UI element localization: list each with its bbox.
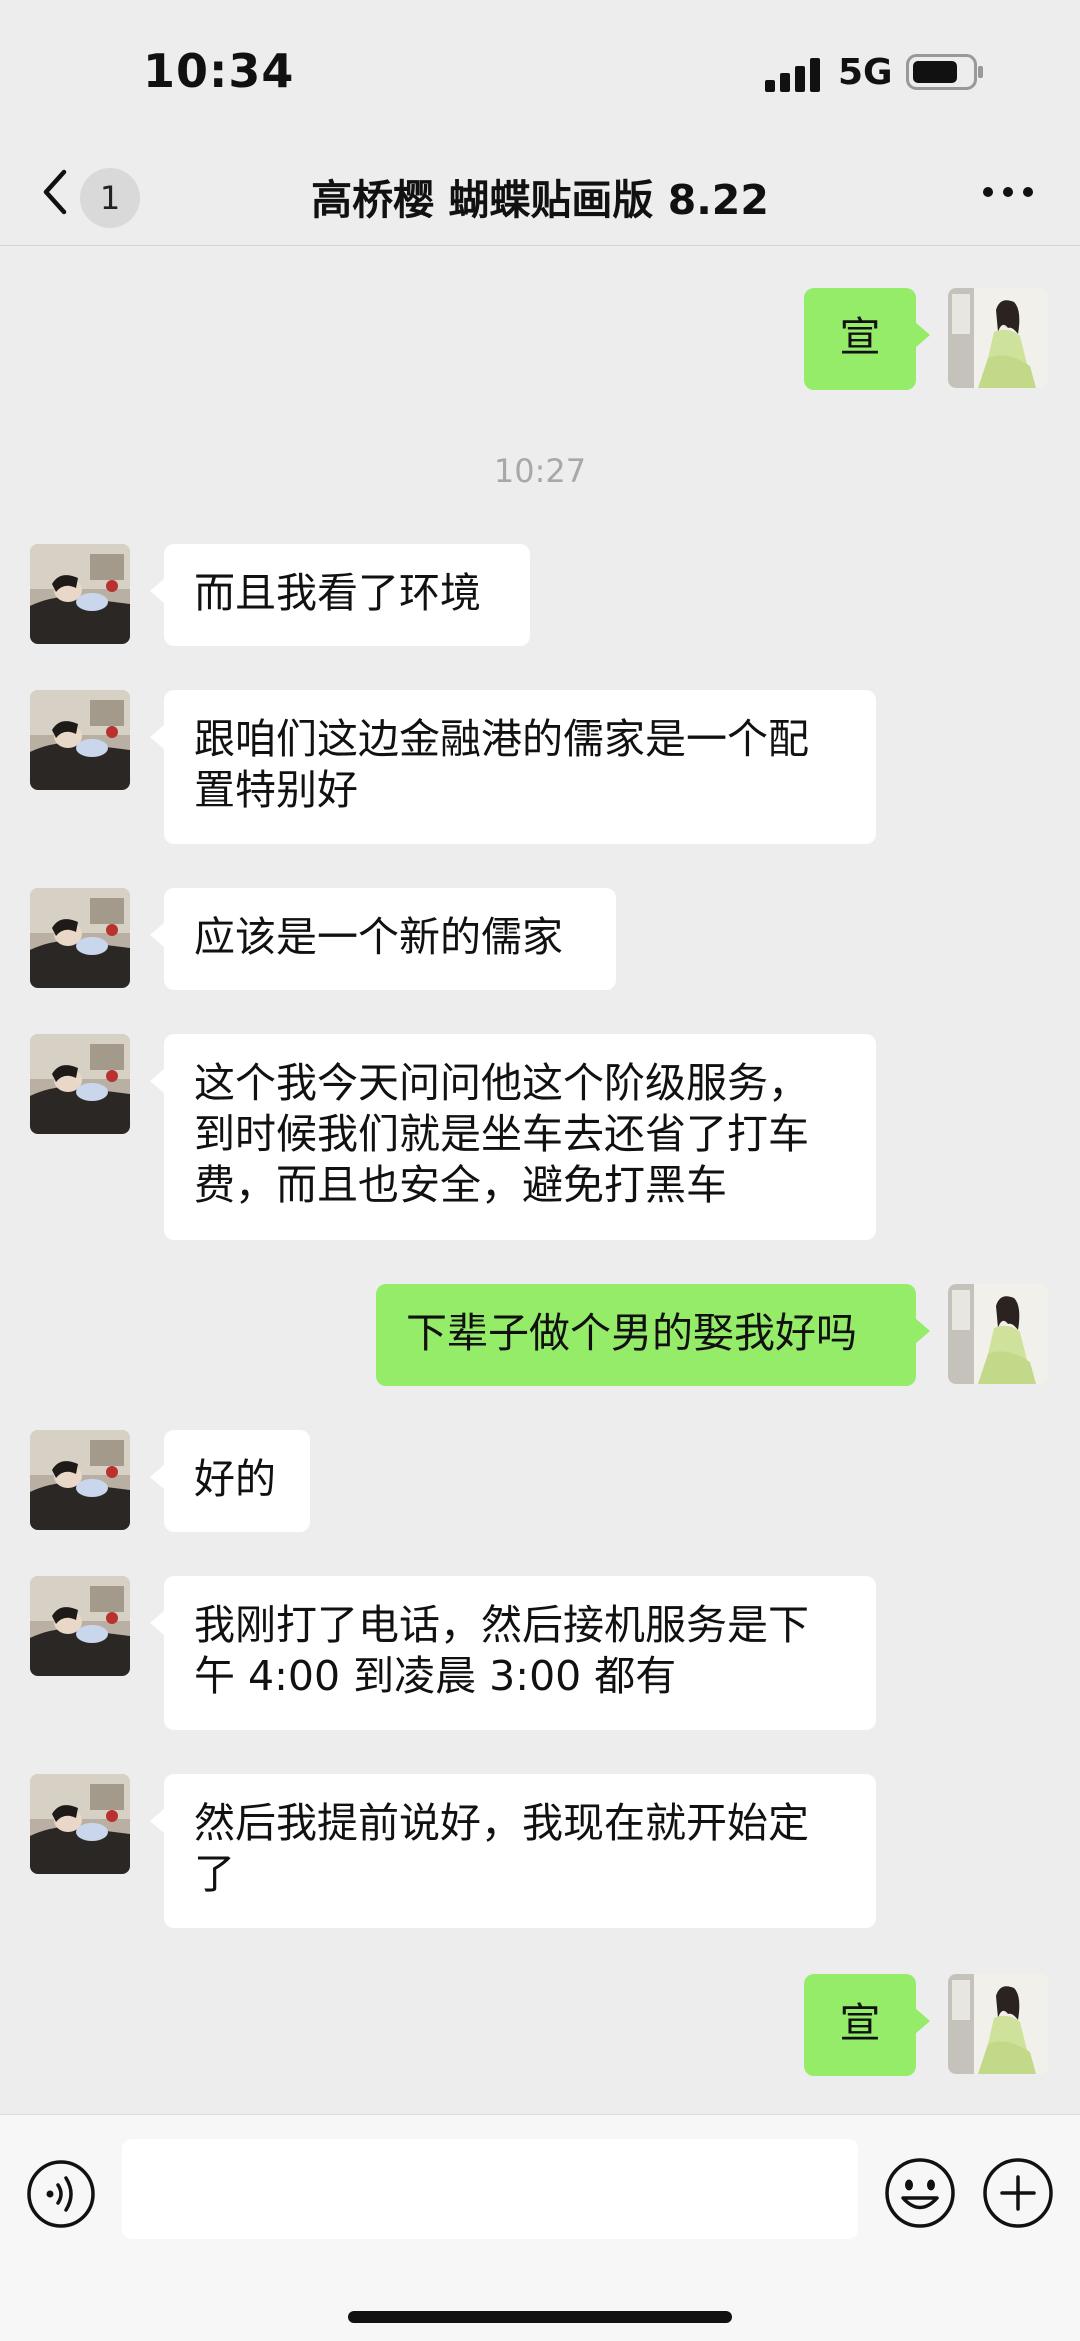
message-bubble[interactable]: 宣 <box>804 288 930 390</box>
status-time: 10:34 <box>143 44 295 98</box>
message-bubble[interactable]: 应该是一个新的儒家 <box>150 888 616 990</box>
avatar[interactable] <box>30 544 130 644</box>
chat-header: 1 高桥樱 蝴蝶贴画版 8.22 <box>0 140 1080 246</box>
chat-input-bar <box>0 2114 1080 2341</box>
chat-timestamp: 10:27 <box>493 452 587 490</box>
signal-strength-icon <box>765 58 820 92</box>
avatar[interactable] <box>30 1430 130 1530</box>
message-bubble[interactable]: 跟咱们这边金融港的儒家是一个配置特别好 <box>150 690 876 844</box>
voice-icon[interactable] <box>26 2159 96 2229</box>
chat-title: 高桥樱 蝴蝶贴画版 8.22 <box>311 176 769 224</box>
battery-icon <box>906 54 983 90</box>
message-input[interactable] <box>122 2139 858 2239</box>
network-type: 5G <box>838 52 893 93</box>
unread-count-badge[interactable]: 1 <box>80 168 140 228</box>
avatar[interactable] <box>948 1284 1048 1384</box>
avatar[interactable] <box>948 1974 1048 2074</box>
avatar[interactable] <box>30 690 130 790</box>
avatar[interactable] <box>30 1774 130 1874</box>
message-bubble[interactable]: 而且我看了环境 <box>150 544 530 646</box>
message-bubble[interactable]: 下辈子做个男的娶我好吗 <box>376 1284 930 1386</box>
message-bubble[interactable]: 宣 <box>804 1974 930 2076</box>
message-bubble[interactable]: 好的 <box>150 1430 310 1532</box>
home-indicator[interactable] <box>348 2311 732 2323</box>
chat-screen: 10:34 5G 1 高桥樱 蝴蝶贴画版 8.22 宣 10:27 而且我看了环… <box>0 0 1080 2341</box>
emoji-icon[interactable] <box>884 2157 956 2229</box>
status-bar: 10:34 5G <box>0 0 1080 140</box>
avatar[interactable] <box>30 1034 130 1134</box>
plus-icon[interactable] <box>982 2157 1054 2229</box>
avatar[interactable] <box>30 888 130 988</box>
chevron-left-icon[interactable] <box>36 164 72 220</box>
message-bubble[interactable]: 我刚打了电话，然后接机服务是下午 4:00 到凌晨 3:00 都有 <box>150 1576 876 1730</box>
message-bubble[interactable]: 然后我提前说好，我现在就开始定了 <box>150 1774 876 1928</box>
message-bubble[interactable]: 这个我今天问问他这个阶级服务，到时候我们就是坐车去还省了打车费，而且也安全，避免… <box>150 1034 876 1240</box>
avatar[interactable] <box>948 288 1048 388</box>
avatar[interactable] <box>30 1576 130 1676</box>
more-horizontal-icon[interactable] <box>980 182 1036 202</box>
